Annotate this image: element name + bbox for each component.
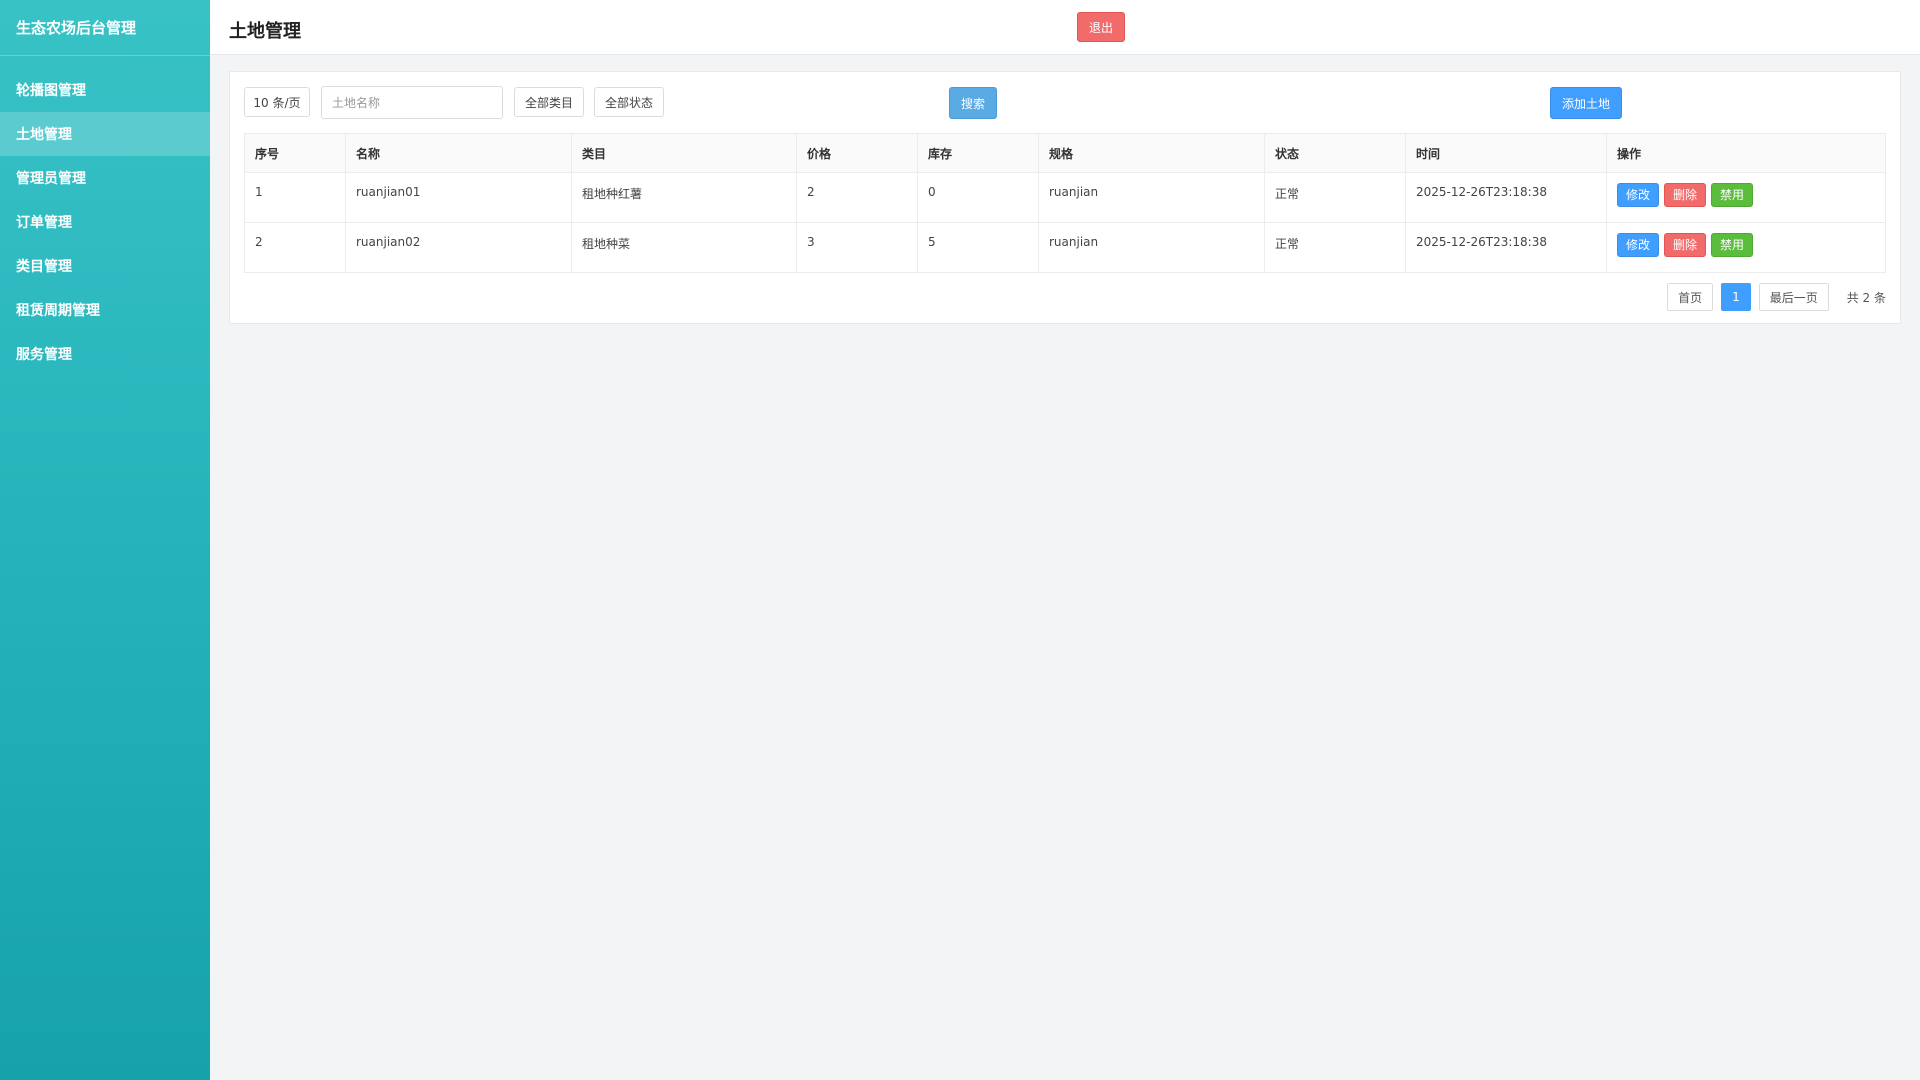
column-header-stock: 库存	[917, 133, 1039, 173]
sidebar-item-carousel[interactable]: 轮播图管理	[0, 68, 210, 112]
cell-price: 2	[796, 172, 918, 223]
column-header-time: 时间	[1405, 133, 1607, 173]
sidebar-title: 生态农场后台管理	[0, 0, 210, 56]
sidebar-item-services[interactable]: 服务管理	[0, 332, 210, 376]
delete-button[interactable]: 删除	[1664, 183, 1707, 207]
logout-button[interactable]: 退出	[1077, 12, 1125, 42]
table-row: 2 ruanjian02 租地种菜 3 5 ruanjian 正常 2025-1…	[244, 222, 1886, 273]
total-count: 共 2 条	[1846, 290, 1886, 305]
page-size-select[interactable]: 10 条/页	[244, 87, 310, 117]
cell-spec: ruanjian	[1038, 222, 1265, 273]
add-land-button[interactable]: 添加土地	[1550, 87, 1622, 119]
cell-category: 租地种红薯	[571, 172, 797, 223]
column-header-spec: 规格	[1038, 133, 1265, 173]
cell-price: 3	[796, 222, 918, 273]
top-bar: 土地管理 退出	[210, 0, 1920, 55]
main-area: 土地管理 退出 10 条/页 全部类目 全部状态 搜索 添加土地 序号 名称 类…	[210, 0, 1920, 1080]
column-header-actions: 操作	[1606, 133, 1886, 173]
sidebar-menu: 轮播图管理 土地管理 管理员管理 订单管理 类目管理 租赁周期管理 服务管理	[0, 56, 210, 376]
status-select[interactable]: 全部状态	[594, 87, 664, 117]
cell-index: 2	[244, 222, 346, 273]
sidebar-item-admins[interactable]: 管理员管理	[0, 156, 210, 200]
column-header-category: 类目	[571, 133, 797, 173]
column-header-name: 名称	[345, 133, 572, 173]
sidebar-item-orders[interactable]: 订单管理	[0, 200, 210, 244]
cell-name: ruanjian02	[345, 222, 572, 273]
column-header-status: 状态	[1264, 133, 1406, 173]
sidebar-item-categories[interactable]: 类目管理	[0, 244, 210, 288]
cell-actions: 修改 删除 禁用	[1606, 172, 1886, 223]
current-page-button[interactable]: 1	[1721, 283, 1751, 311]
cell-actions: 修改 删除 禁用	[1606, 222, 1886, 273]
cell-spec: ruanjian	[1038, 172, 1265, 223]
cell-time: 2025-12-26T23:18:38	[1405, 222, 1607, 273]
cell-status: 正常	[1264, 172, 1406, 223]
cell-index: 1	[244, 172, 346, 223]
table-header-row: 序号 名称 类目 价格 库存 规格 状态 时间 操作	[244, 133, 1886, 173]
cell-time: 2025-12-26T23:18:38	[1405, 172, 1607, 223]
cell-stock: 5	[917, 222, 1039, 273]
search-button[interactable]: 搜索	[949, 87, 997, 119]
table-row: 1 ruanjian01 租地种红薯 2 0 ruanjian 正常 2025-…	[244, 172, 1886, 223]
column-header-price: 价格	[796, 133, 918, 173]
cell-stock: 0	[917, 172, 1039, 223]
delete-button[interactable]: 删除	[1664, 233, 1707, 257]
category-select[interactable]: 全部类目	[514, 87, 584, 117]
land-name-input[interactable]	[321, 86, 503, 119]
page-title: 土地管理	[229, 21, 301, 42]
land-table: 序号 名称 类目 价格 库存 规格 状态 时间 操作 1 ruanjian01	[244, 133, 1886, 273]
first-page-button[interactable]: 首页	[1667, 283, 1714, 311]
disable-button[interactable]: 禁用	[1711, 233, 1754, 257]
sidebar: 生态农场后台管理 轮播图管理 土地管理 管理员管理 订单管理 类目管理 租赁周期…	[0, 0, 210, 1080]
edit-button[interactable]: 修改	[1617, 233, 1660, 257]
sidebar-item-land[interactable]: 土地管理	[0, 112, 210, 156]
edit-button[interactable]: 修改	[1617, 183, 1660, 207]
filter-bar: 10 条/页 全部类目 全部状态 搜索 添加土地	[230, 72, 1900, 132]
disable-button[interactable]: 禁用	[1711, 183, 1754, 207]
content-panel: 10 条/页 全部类目 全部状态 搜索 添加土地 序号 名称 类目 价格 库存 …	[229, 71, 1901, 324]
pagination: 首页 1 最后一页 共 2 条	[1659, 283, 1886, 311]
cell-name: ruanjian01	[345, 172, 572, 223]
last-page-button[interactable]: 最后一页	[1758, 283, 1829, 311]
cell-status: 正常	[1264, 222, 1406, 273]
sidebar-item-lease-periods[interactable]: 租赁周期管理	[0, 288, 210, 332]
cell-category: 租地种菜	[571, 222, 797, 273]
app-root: 生态农场后台管理 轮播图管理 土地管理 管理员管理 订单管理 类目管理 租赁周期…	[0, 0, 1920, 1080]
column-header-index: 序号	[244, 133, 346, 173]
